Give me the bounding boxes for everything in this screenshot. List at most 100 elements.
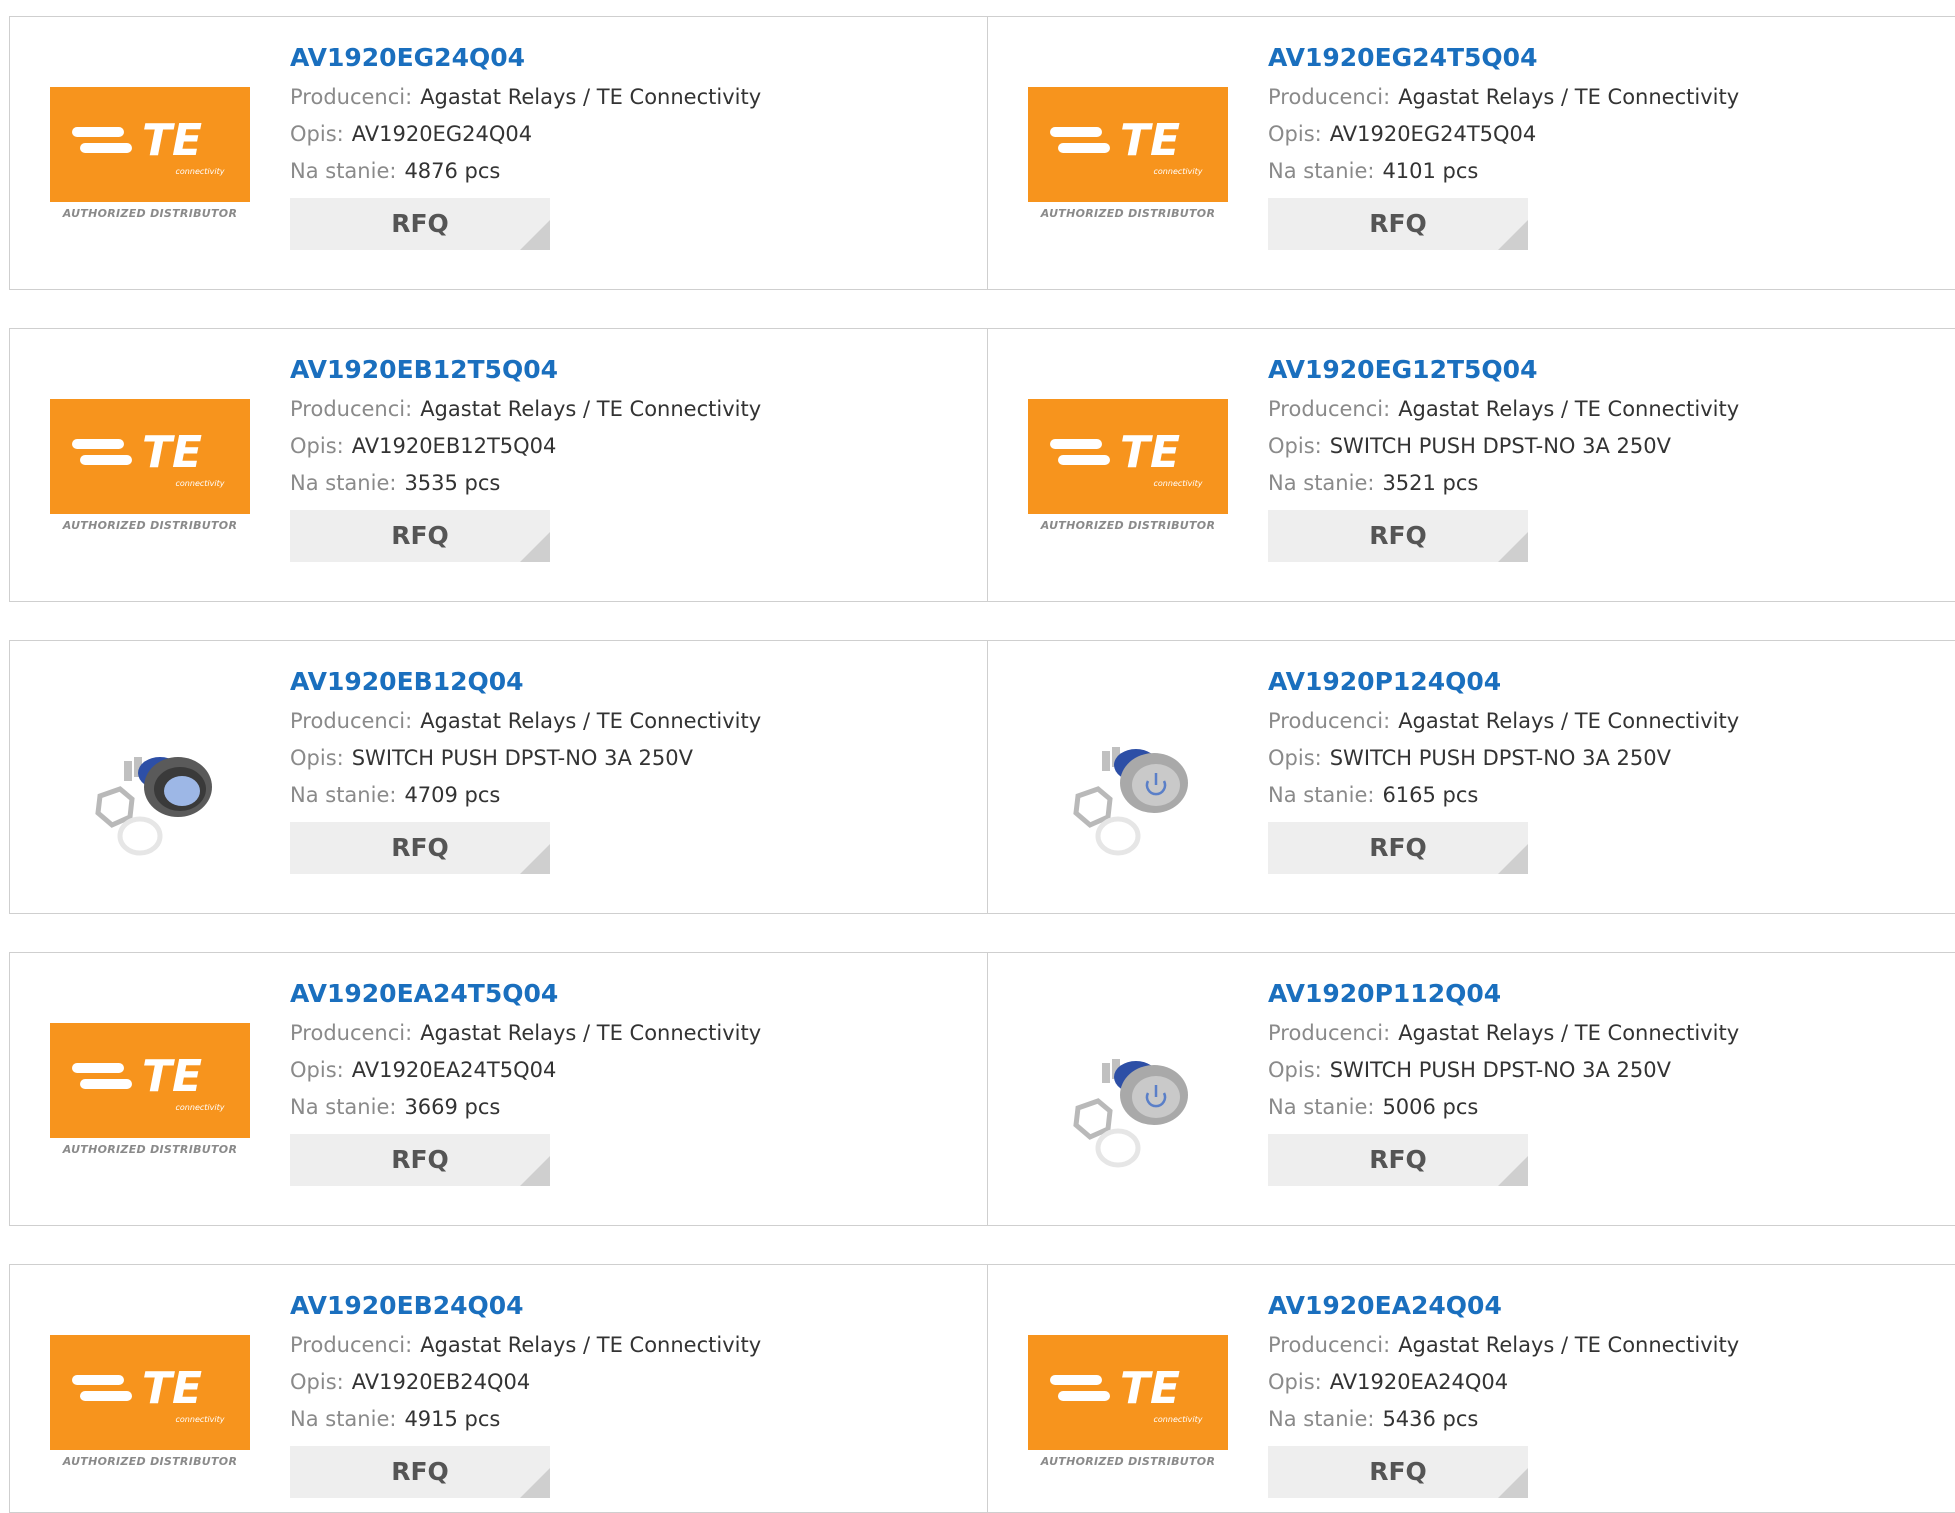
corner-triangle-icon: [1498, 844, 1528, 874]
logo-tagline: AUTHORIZED DISTRIBUTOR: [62, 207, 238, 220]
manufacturer-value: Agastat Relays / TE Connectivity: [1398, 1333, 1740, 1357]
rfq-button[interactable]: RFQ: [1268, 510, 1528, 562]
description-value: AV1920EG24T5Q04: [1329, 122, 1537, 146]
push-switch-power-photo: [1073, 1059, 1188, 1168]
logo-brand: TE: [142, 1051, 202, 1102]
rfq-label: RFQ: [391, 209, 449, 238]
stock-row: Na stanie: 4709 pcs: [290, 777, 761, 814]
part-number-link[interactable]: AV1920EA24Q04: [1268, 1291, 1739, 1327]
rfq-button[interactable]: RFQ: [1268, 198, 1528, 250]
part-number-link[interactable]: AV1920P124Q04: [1268, 667, 1739, 703]
manufacturer-row: Producenci: Agastat Relays / TE Connectiv…: [1268, 1327, 1739, 1364]
part-number-link[interactable]: AV1920EG24Q04: [290, 43, 761, 79]
product-image[interactable]: TE connectivity AUTHORIZED DISTRIBUTOR: [1028, 1335, 1228, 1475]
product-image[interactable]: [1028, 701, 1228, 861]
manufacturer-label: Producenci:: [1268, 1333, 1391, 1357]
stock-row: Na stanie: 4101 pcs: [1268, 153, 1739, 190]
product-card: TE connectivity AUTHORIZED DISTRIBUTOR A…: [9, 328, 988, 602]
corner-triangle-icon: [1498, 1156, 1528, 1186]
manufacturer-row: Producenci: Agastat Relays / TE Connectiv…: [1268, 703, 1739, 740]
logo-tagline: AUTHORIZED DISTRIBUTOR: [1040, 519, 1216, 532]
manufacturer-row: Producenci: Agastat Relays / TE Connectiv…: [290, 703, 761, 740]
stock-label: Na stanie:: [1268, 471, 1375, 495]
manufacturer-value: Agastat Relays / TE Connectivity: [1398, 1021, 1740, 1045]
corner-triangle-icon: [520, 844, 550, 874]
manufacturer-row: Producenci: Agastat Relays / TE Connectiv…: [290, 1327, 761, 1364]
rfq-label: RFQ: [391, 1457, 449, 1486]
rfq-label: RFQ: [391, 521, 449, 550]
part-number-link[interactable]: AV1920EB12Q04: [290, 667, 761, 703]
manufacturer-label: Producenci:: [1268, 1021, 1391, 1045]
product-card: TE connectivity AUTHORIZED DISTRIBUTOR A…: [9, 952, 988, 1226]
stock-value: 4915 pcs: [404, 1407, 501, 1431]
description-row: Opis: AV1920EA24T5Q04: [290, 1052, 761, 1089]
part-number-link[interactable]: AV1920EG24T5Q04: [1268, 43, 1739, 79]
rfq-label: RFQ: [1369, 833, 1427, 862]
logo-sub: connectivity: [1154, 479, 1203, 488]
product-image[interactable]: TE connectivity AUTHORIZED DISTRIBUTOR: [1028, 87, 1228, 227]
manufacturer-row: Producenci: Agastat Relays / TE Connectiv…: [290, 391, 761, 428]
push-switch-photo: [95, 757, 212, 856]
description-label: Opis:: [1268, 746, 1322, 770]
rfq-button[interactable]: RFQ: [1268, 1446, 1528, 1498]
corner-triangle-icon: [1498, 1468, 1528, 1498]
description-value: AV1920EB12T5Q04: [351, 434, 557, 458]
product-image[interactable]: [1028, 1013, 1228, 1173]
stock-row: Na stanie: 6165 pcs: [1268, 777, 1739, 814]
te-logo: TE connectivity: [1028, 399, 1228, 514]
stock-label: Na stanie:: [290, 783, 397, 807]
description-row: Opis: AV1920EG24Q04: [290, 116, 761, 153]
rfq-label: RFQ: [1369, 521, 1427, 550]
product-card: TE connectivity AUTHORIZED DISTRIBUTOR A…: [987, 1264, 1955, 1513]
rfq-button[interactable]: RFQ: [290, 1134, 550, 1186]
stock-row: Na stanie: 4876 pcs: [290, 153, 761, 190]
product-image[interactable]: TE connectivity AUTHORIZED DISTRIBUTOR: [1028, 399, 1228, 539]
product-image[interactable]: TE connectivity AUTHORIZED DISTRIBUTOR: [50, 1335, 250, 1475]
rfq-button[interactable]: RFQ: [290, 822, 550, 874]
rfq-button[interactable]: RFQ: [290, 198, 550, 250]
manufacturer-label: Producenci:: [1268, 709, 1391, 733]
product-image[interactable]: TE connectivity AUTHORIZED DISTRIBUTOR: [50, 399, 250, 539]
product-image[interactable]: [50, 701, 250, 861]
part-number-link[interactable]: AV1920EA24T5Q04: [290, 979, 761, 1015]
rfq-label: RFQ: [1369, 209, 1427, 238]
manufacturer-row: Producenci: Agastat Relays / TE Connectiv…: [290, 79, 761, 116]
corner-triangle-icon: [1498, 532, 1528, 562]
rfq-label: RFQ: [391, 1145, 449, 1174]
part-number-link[interactable]: AV1920EG12T5Q04: [1268, 355, 1739, 391]
logo-tagline: AUTHORIZED DISTRIBUTOR: [62, 1455, 238, 1468]
rfq-button[interactable]: RFQ: [290, 510, 550, 562]
description-value: SWITCH PUSH DPST-NO 3A 250V: [1329, 1058, 1671, 1082]
rfq-label: RFQ: [391, 833, 449, 862]
logo-tagline: AUTHORIZED DISTRIBUTOR: [62, 519, 238, 532]
logo-sub: connectivity: [1154, 1415, 1203, 1424]
product-image[interactable]: TE connectivity AUTHORIZED DISTRIBUTOR: [50, 1023, 250, 1163]
stock-label: Na stanie:: [290, 471, 397, 495]
part-number-link[interactable]: AV1920EB24Q04: [290, 1291, 761, 1327]
stock-label: Na stanie:: [1268, 783, 1375, 807]
manufacturer-value: Agastat Relays / TE Connectivity: [1398, 85, 1740, 109]
description-row: Opis: AV1920EG24T5Q04: [1268, 116, 1739, 153]
stock-label: Na stanie:: [1268, 1095, 1375, 1119]
description-row: Opis: SWITCH PUSH DPST-NO 3A 250V: [1268, 740, 1739, 777]
description-label: Opis:: [290, 434, 344, 458]
description-label: Opis:: [290, 122, 344, 146]
logo-sub: connectivity: [176, 479, 225, 488]
corner-triangle-icon: [520, 220, 550, 250]
product-card: TE connectivity AUTHORIZED DISTRIBUTOR A…: [987, 328, 1955, 602]
product-image[interactable]: TE connectivity AUTHORIZED DISTRIBUTOR: [50, 87, 250, 227]
manufacturer-value: Agastat Relays / TE Connectivity: [420, 1333, 762, 1357]
manufacturer-label: Producenci:: [290, 709, 413, 733]
manufacturer-row: Producenci: Agastat Relays / TE Connectiv…: [1268, 79, 1739, 116]
description-label: Opis:: [290, 1370, 344, 1394]
manufacturer-label: Producenci:: [290, 1021, 413, 1045]
description-row: Opis: AV1920EB24Q04: [290, 1364, 761, 1401]
rfq-button[interactable]: RFQ: [1268, 822, 1528, 874]
rfq-button[interactable]: RFQ: [290, 1446, 550, 1498]
stock-row: Na stanie: 3669 pcs: [290, 1089, 761, 1126]
part-number-link[interactable]: AV1920P112Q04: [1268, 979, 1739, 1015]
description-label: Opis:: [290, 746, 344, 770]
part-number-link[interactable]: AV1920EB12T5Q04: [290, 355, 761, 391]
rfq-button[interactable]: RFQ: [1268, 1134, 1528, 1186]
manufacturer-value: Agastat Relays / TE Connectivity: [420, 1021, 762, 1045]
